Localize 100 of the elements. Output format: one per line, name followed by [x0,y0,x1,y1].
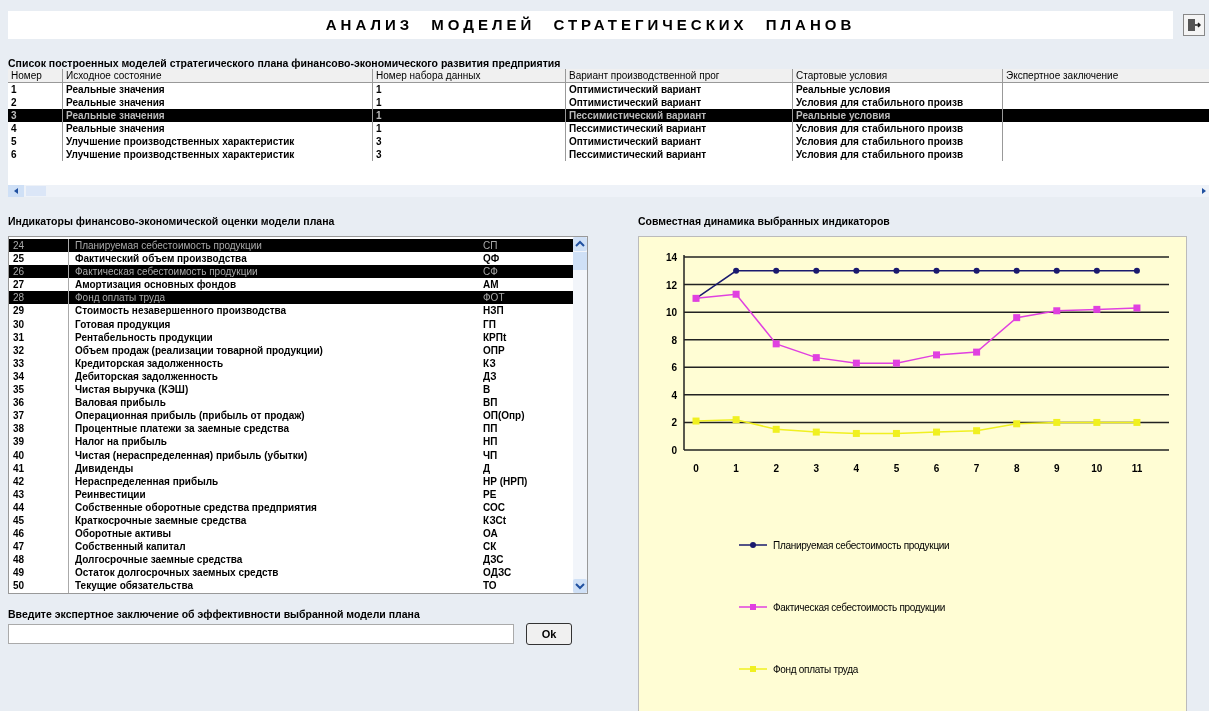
point [933,351,941,359]
column-header[interactable]: Вариант производственной прог [566,69,793,82]
point [692,417,700,425]
table-row[interactable]: 5 Улучшение производственных характеристик 3 Оптимистический вариант Условия для стабильного произв [8,135,1209,148]
scroll-thumb[interactable] [573,252,587,270]
list-item[interactable]: 41 Дивиденды Д [9,461,573,475]
point [853,267,860,274]
table-cell: 6 [11,149,17,160]
point [973,427,981,435]
table-cell: Условия для стабильного произв [796,123,964,134]
axis-label: 4 [853,463,860,474]
list-item[interactable]: 46 Оборотные активы ОА [9,527,573,541]
axis-label: 6 [671,362,677,374]
ok-button[interactable]: Ok [526,623,572,645]
list-item[interactable]: 26 Фактическая себестоимость продукции СФ [9,265,573,279]
list-item[interactable]: 49 Остаток долгосрочных заемных средств ОДЗС [9,566,573,580]
list-item[interactable]: 40 Чистая (нераспределенная) прибыль (убытки) ЧП [9,448,573,462]
point [933,267,940,274]
horizontal-scrollbar[interactable] [8,185,1209,197]
table-cell: 4 [11,123,17,134]
axis-label: 8 [671,334,677,346]
chart-caption: Совместная динамика выбранных индикаторов [638,215,891,227]
table-cell: Улучшение производственных характеристик [66,149,295,160]
list-item[interactable]: 33 Кредиторская задолженность КЗ [9,356,573,370]
list-item[interactable]: 50 Текущие обязательства ТО [9,579,573,593]
column-header[interactable]: Номер [8,69,63,82]
table-cell: Условия для стабильного произв [796,149,964,160]
scroll-thumb[interactable] [26,186,46,196]
point [812,354,820,362]
table-cell: Реальные значения [66,123,165,134]
list-item[interactable]: 28 Фонд оплаты труда ФОТ [9,291,573,305]
table-row[interactable]: 1 Реальные значения 1 Оптимистический вариант Реальные условия [8,83,1209,96]
list-item[interactable]: 34 Дебиторская задолженность ДЗ [9,369,573,384]
list-item[interactable]: 31 Рентабельность продукции КРПt [9,330,573,344]
list-item[interactable]: 44 Собственные оборотные средства предприятия СОС [9,500,573,514]
table-cell: 1 [376,97,382,108]
axis-label: 1 [733,463,739,474]
table-row[interactable]: 4 Реальные значения 1 Пессимистический вариант Условия для стабильного произв [8,122,1209,135]
table-cell: Реальные значения [66,84,165,95]
point [732,416,740,424]
list-item[interactable]: 43 Реинвестиции РЕ [9,487,573,501]
axis-label: 7 [973,463,980,474]
table-cell: 1 [376,123,382,134]
axis-label: 2 [773,463,779,474]
list-item[interactable]: 29 Стоимость незавершенного производства НЗП [9,304,573,318]
point [1053,418,1061,426]
point [1133,304,1141,312]
table-cell: Оптимистический вариант [569,97,702,108]
table-cell: Реальные условия [796,84,891,95]
column-header[interactable]: Стартовые условия [793,69,1003,82]
point [892,429,900,437]
table-cell: Оптимистический вариант [569,136,702,147]
list-caption: Индикаторы финансово-экономической оценки модели плана [8,215,336,227]
list-item[interactable]: 38 Процентные платежи за заемные средства ПП [9,422,573,436]
point [892,359,900,367]
vertical-scrollbar[interactable] [573,237,587,593]
point [852,429,860,437]
table-cell: 5 [11,136,17,147]
list-item[interactable]: 24 Планируемая себестоимость продукции СП [9,239,573,253]
list-item[interactable]: 30 Готовая продукция ГП [9,317,573,331]
point [1133,418,1141,426]
list-item[interactable]: 45 Краткосрочные заемные средства КЗСt [9,513,573,528]
table-cell: Реальные значения [66,110,165,121]
table-cell: Реальные значения [66,97,165,108]
table-cell: Условия для стабильного произв [796,97,964,108]
list-item[interactable]: 47 Собственный капитал СК [9,540,573,554]
column-header[interactable]: Номер набора данных [373,69,566,82]
scroll-left-icon[interactable] [8,185,24,197]
table-cell: 3 [376,149,382,160]
axis-label: 5 [893,463,900,474]
table-cell: Реальные условия [796,110,891,121]
list-item[interactable]: 37 Операционная прибыль (прибыль от продаж) ОП(Опр) [9,409,573,423]
column-header[interactable]: Экспертное заключение [1003,69,1203,82]
point [1013,420,1021,428]
table-row[interactable]: 3 Реальные значения 1 Пессимистический вариант Реальные условия [8,109,1209,122]
conclusion-label: Введите экспертное заключение об эффективности выбранной модели плана [8,608,421,620]
point [772,340,780,348]
column-header[interactable]: Исходное состояние [63,69,373,82]
list-item[interactable]: 35 Чистая выручка (КЭШ) В [9,383,573,397]
table-caption: Список построенных моделей стратегического плана финансово-экономического развития предприятия [8,57,562,69]
exit-icon [1187,18,1201,32]
table-cell: 1 [376,110,382,121]
list-item[interactable]: 39 Налог на прибыль НП [9,435,573,449]
list-item[interactable]: 48 Долгосрочные заемные средства ДЗС [9,553,573,567]
axis-label: 9 [1054,463,1060,474]
exit-button[interactable] [1183,14,1205,36]
axis-label: 8 [1013,463,1020,474]
list-item[interactable]: 42 Нераспределенная прибыль НР (НРП) [9,474,573,488]
scroll-down-icon[interactable] [573,579,587,593]
axis-label: 12 [665,279,677,291]
point [812,428,820,436]
axis-label: 10 [665,307,677,319]
list-item[interactable]: 36 Валовая прибыль ВП [9,396,573,410]
window-title: АНАЛИЗ МОДЕЛЕЙ СТРАТЕГИЧЕСКИХ ПЛАНОВ [8,11,1173,39]
table-cell: 1 [376,84,382,95]
conclusion-field[interactable] [8,624,514,644]
table-row[interactable]: 6 Улучшение производственных характеристик 3 Пессимистический вариант Условия для стабильного произв [8,148,1209,161]
list-item[interactable]: 32 Объем продаж (реализации товарной продукции) ОПР [9,343,573,357]
table-cell: 3 [376,136,382,147]
scroll-up-icon[interactable] [573,237,587,251]
